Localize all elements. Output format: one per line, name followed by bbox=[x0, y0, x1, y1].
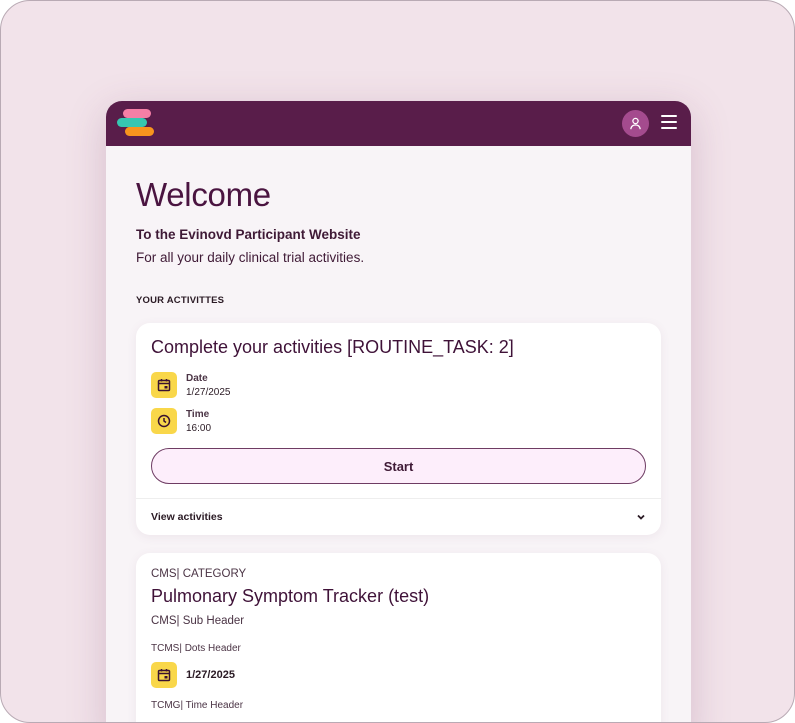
date-value: 1/27/2025 bbox=[186, 386, 231, 398]
calendar-icon bbox=[151, 662, 177, 688]
activity-card-title: Complete your activities [ROUTINE_TASK: … bbox=[151, 337, 514, 357]
view-activities-toggle[interactable]: View activities bbox=[136, 498, 661, 535]
tracker-time-header: TCMG| Time Header bbox=[151, 700, 244, 711]
calendar-icon bbox=[151, 372, 177, 398]
tracker-dots-header: TCMS| Dots Header bbox=[151, 643, 241, 654]
tracker-date-row: 1/27/2025 bbox=[151, 662, 646, 688]
welcome-subtitle: To the Evinovd Participant Website bbox=[136, 227, 361, 242]
evinovd-logo[interactable] bbox=[117, 109, 155, 139]
date-label: Date bbox=[186, 372, 208, 384]
tracker-title: Pulmonary Symptom Tracker (test) bbox=[151, 586, 430, 606]
date-row: Date 1/27/2025 bbox=[151, 372, 646, 398]
tracker-date-value: 1/27/2025 bbox=[186, 669, 235, 681]
user-icon bbox=[630, 117, 641, 130]
page-title: Welcome bbox=[136, 176, 271, 213]
clock-icon bbox=[151, 408, 177, 434]
profile-button[interactable] bbox=[622, 110, 649, 137]
main-content: Welcome To the Evinovd Participant Websi… bbox=[106, 176, 691, 722]
tracker-card[interactable]: CMS| CATEGORY Pulmonary Symptom Tracker … bbox=[136, 553, 661, 722]
activity-card: Complete your activities [ROUTINE_TASK: … bbox=[136, 323, 661, 535]
tracker-sub-header: CMS| Sub Header bbox=[151, 615, 245, 627]
tracker-category: CMS| CATEGORY bbox=[151, 568, 247, 580]
activities-section-label: YOUR ACTIVITTES bbox=[136, 295, 225, 306]
top-bar bbox=[106, 101, 691, 146]
welcome-tagline: For all your daily clinical trial activi… bbox=[136, 250, 365, 265]
time-row: Time 16:00 bbox=[151, 408, 646, 434]
time-value: 16:00 bbox=[186, 422, 212, 434]
view-activities-label: View activities bbox=[151, 511, 223, 523]
hamburger-icon[interactable] bbox=[661, 115, 677, 131]
start-button[interactable]: Start bbox=[151, 448, 646, 484]
app-window: Welcome To the Evinovd Participant Websi… bbox=[106, 101, 691, 722]
chevron-down-icon bbox=[637, 514, 645, 520]
browser-frame: Welcome To the Evinovd Participant Websi… bbox=[0, 0, 795, 723]
time-label: Time bbox=[186, 408, 210, 420]
